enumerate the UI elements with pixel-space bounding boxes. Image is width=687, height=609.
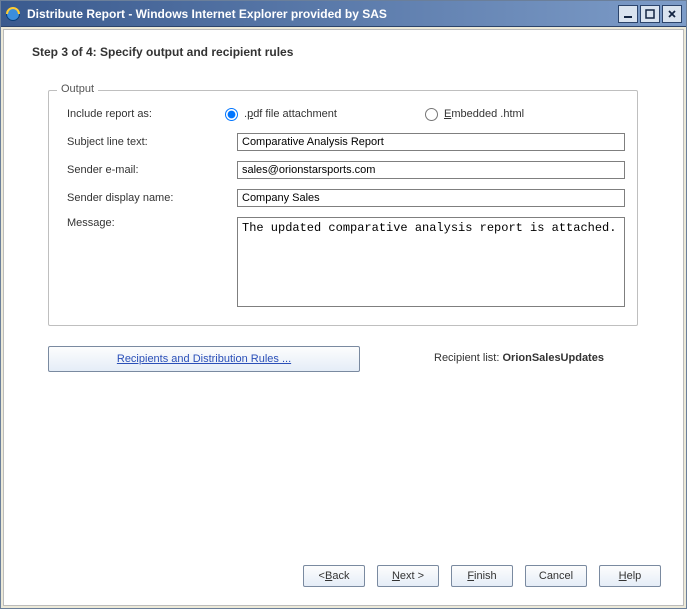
ie-icon bbox=[5, 6, 21, 22]
row-display: Sender display name: bbox=[67, 189, 625, 207]
window-title: Distribute Report - Windows Internet Exp… bbox=[27, 7, 618, 21]
recipient-list-value: OrionSalesUpdates bbox=[502, 352, 603, 364]
message-label: Message: bbox=[67, 217, 237, 229]
radio-pdf[interactable]: .pdf file attachment bbox=[225, 108, 425, 121]
cancel-button[interactable]: Cancel bbox=[525, 565, 587, 587]
wizard-buttons: < Back Next > Finish Cancel Help bbox=[303, 565, 661, 587]
recipients-rules-button[interactable]: Recipients and Distribution Rules ... bbox=[48, 346, 360, 372]
output-legend: Output bbox=[57, 83, 98, 95]
display-label: Sender display name: bbox=[67, 192, 237, 204]
radio-html-input[interactable] bbox=[425, 108, 438, 121]
sender-label: Sender e-mail: bbox=[67, 164, 237, 176]
row-include: Include report as: .pdf file attachment … bbox=[67, 105, 625, 123]
row-message: Message: The updated comparative analysi… bbox=[67, 217, 625, 307]
titlebar: Distribute Report - Windows Internet Exp… bbox=[1, 1, 686, 27]
output-fieldset: Output Include report as: .pdf file atta… bbox=[48, 90, 638, 326]
row-subject: Subject line text: bbox=[67, 133, 625, 151]
step-heading: Step 3 of 4: Specify output and recipien… bbox=[32, 45, 293, 59]
include-label: Include report as: bbox=[67, 108, 225, 120]
maximize-button[interactable] bbox=[640, 5, 660, 23]
window-controls bbox=[618, 5, 682, 23]
client-area: Step 3 of 4: Specify output and recipien… bbox=[3, 29, 684, 606]
radio-pdf-label: .pdf file attachment bbox=[244, 108, 337, 120]
radio-pdf-input[interactable] bbox=[225, 108, 238, 121]
window-frame: Distribute Report - Windows Internet Exp… bbox=[0, 0, 687, 609]
minimize-button[interactable] bbox=[618, 5, 638, 23]
radio-html-label: Embedded .html bbox=[444, 108, 524, 120]
include-radio-group: .pdf file attachment Embedded .html bbox=[225, 108, 625, 121]
recipient-list-label: Recipient list: bbox=[434, 352, 502, 364]
sender-email-input[interactable] bbox=[237, 161, 625, 179]
next-button[interactable]: Next > bbox=[377, 565, 439, 587]
close-button[interactable] bbox=[662, 5, 682, 23]
finish-button[interactable]: Finish bbox=[451, 565, 513, 587]
recipient-list-display: Recipient list: OrionSalesUpdates bbox=[434, 352, 604, 364]
help-button[interactable]: Help bbox=[599, 565, 661, 587]
subject-input[interactable] bbox=[237, 133, 625, 151]
radio-html[interactable]: Embedded .html bbox=[425, 108, 625, 121]
recipients-button-label: Recipients and Distribution Rules ... bbox=[117, 353, 291, 365]
back-button[interactable]: < Back bbox=[303, 565, 365, 587]
sender-display-input[interactable] bbox=[237, 189, 625, 207]
subject-label: Subject line text: bbox=[67, 136, 237, 148]
message-textarea[interactable]: The updated comparative analysis report … bbox=[237, 217, 625, 307]
row-sender: Sender e-mail: bbox=[67, 161, 625, 179]
